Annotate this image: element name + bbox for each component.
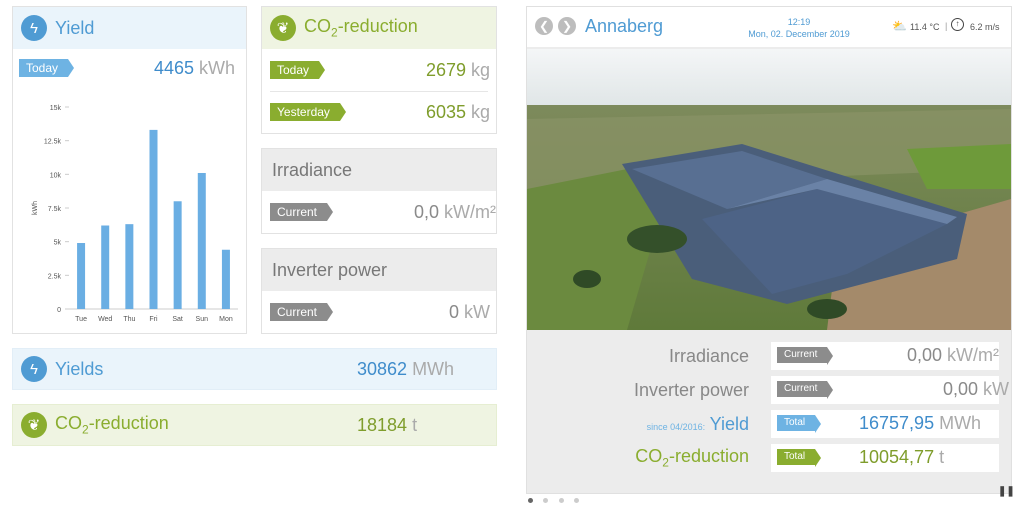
x-tick-label: Fri xyxy=(149,316,158,323)
temperature: 11.4 °C xyxy=(910,22,940,32)
plant-co2-row: CO2-reduction Total 10054,77 t xyxy=(527,444,1011,472)
co2-header: ❦ CO2-reduction xyxy=(262,7,496,49)
inverter-card: Inverter power Current 0 kW xyxy=(261,248,497,334)
today-tag: Today xyxy=(270,61,326,79)
yield-today-unit: kWh xyxy=(199,57,235,78)
y-tick-label: 0 xyxy=(57,307,61,314)
co2-today-row: Today 2679 kg xyxy=(270,59,490,80)
plant-yield-row: since 04/2016: Yield Total 16757,95 MWh xyxy=(527,410,1011,438)
prev-button[interactable]: ❮ xyxy=(535,17,553,35)
yield-bar-chart: 0 2.5k 5k 7.5k 10k 12.5k 15k kWh Tue Wed Thu Fri Sat… xyxy=(32,105,238,323)
yield-today-value: 4465 xyxy=(153,57,194,78)
plant-inverter-value: 0,00 xyxy=(943,379,979,399)
y-tick-label: 5k xyxy=(54,240,62,247)
plant-irradiance-value: 0,00 xyxy=(906,345,943,365)
yield-title: Yield xyxy=(55,17,95,38)
plant-yield-since: since 04/2016: xyxy=(646,421,706,432)
plant-inverter-row: Inverter power Current 0,00 kW xyxy=(527,376,1011,404)
yields-total-value: 30862 xyxy=(357,359,408,379)
x-tick-label: Tue xyxy=(75,316,87,323)
carousel-dot[interactable] xyxy=(574,498,580,503)
current-tag: Current xyxy=(270,203,334,221)
co2-card: ❦ CO2-reduction Today 2679 kg Yesterday 6… xyxy=(261,6,497,134)
plant-irradiance-label: Irradiance xyxy=(668,345,749,366)
irradiance-row: Current 0,0 kW/m² xyxy=(270,201,496,222)
irradiance-value: 0,0 xyxy=(413,201,440,222)
co2-total-card: ❦ CO2-reduction 18184 t xyxy=(12,404,497,446)
yield-today-row: Today 4465 kWh xyxy=(19,57,241,78)
co2-title: CO2-reduction xyxy=(304,16,418,40)
next-button[interactable]: ❯ xyxy=(558,17,576,35)
y-tick-label: 15k xyxy=(50,105,62,112)
bar-sat[interactable] xyxy=(173,201,182,309)
bar-wed[interactable] xyxy=(101,225,110,309)
carousel-dot[interactable] xyxy=(543,498,549,503)
bar-sun[interactable] xyxy=(197,172,206,309)
yields-title: Yields xyxy=(55,358,104,379)
weather-icon: ⛅ xyxy=(892,19,907,33)
today-tag: Today xyxy=(19,59,75,77)
plant-panel: ❮ ❯ Annaberg 12:19 Mon, 02. December 201… xyxy=(526,6,1012,494)
lightning-icon: ϟ xyxy=(21,356,47,382)
irradiance-card: Irradiance Current 0,0 kW/m² xyxy=(261,148,497,234)
yesterday-tag: Yesterday xyxy=(270,103,346,121)
inverter-row: Current 0 kW xyxy=(270,301,490,322)
current-tag: Current xyxy=(270,303,334,321)
plant-date: Mon, 02. December 2019 xyxy=(748,29,850,39)
plant-photo xyxy=(527,49,1011,330)
wind-icon: ↑ xyxy=(951,18,964,31)
co2-yesterday-value: 6035 xyxy=(425,101,466,122)
plant-header: ❮ ❯ Annaberg 12:19 Mon, 02. December 201… xyxy=(527,7,1011,47)
bar-mon[interactable] xyxy=(221,249,230,309)
y-tick-label: 2.5k xyxy=(48,273,62,280)
x-tick-label: Wed xyxy=(98,316,112,323)
plant-inverter-label: Inverter power xyxy=(633,379,749,400)
plant-yield-label: Yield xyxy=(709,413,749,434)
plant-co2-value: 10054,77 xyxy=(859,447,935,467)
yield-header: ϟ Yield xyxy=(13,7,246,49)
plant-co2-label: CO2-reduction xyxy=(635,446,749,470)
wind-speed: 6.2 m/s xyxy=(970,22,1000,32)
plant-irradiance-row: Irradiance Current 0,00 kW/m² xyxy=(527,342,1011,370)
co2-today-value: 2679 xyxy=(425,59,466,80)
carousel-dot[interactable] xyxy=(528,498,533,503)
x-tick-label: Sat xyxy=(172,316,183,323)
yield-card: ϟ Yield Today 4465 kWh 0 2.5k 5k 7.5k 10k 12.5… xyxy=(12,6,247,334)
co2-yesterday-row: Yesterday 6035 kg xyxy=(270,101,490,122)
y-tick-label: 10k xyxy=(50,172,62,179)
carousel-dot[interactable] xyxy=(558,498,564,503)
leaf-icon: ❦ xyxy=(21,412,47,438)
co2-total-value: 18184 xyxy=(357,415,408,435)
inverter-value: 0 xyxy=(448,301,459,322)
lightning-icon: ϟ xyxy=(21,15,47,41)
pause-icon[interactable]: ❚❚ xyxy=(998,486,1015,497)
yields-total-card: ϟ Yields 30862 MWh xyxy=(12,348,497,390)
plant-name: Annaberg xyxy=(585,16,664,36)
plant-yield-value: 16757,95 xyxy=(859,413,935,433)
y-axis-label: kWh xyxy=(32,201,39,215)
x-tick-label: Thu xyxy=(123,316,135,323)
x-tick-label: Mon xyxy=(219,316,233,323)
bar-fri[interactable] xyxy=(149,129,158,309)
carousel-dots xyxy=(528,490,580,508)
x-tick-label: Sun xyxy=(196,316,209,323)
bar-tue[interactable] xyxy=(77,243,86,309)
co2-total-title: CO2-reduction xyxy=(55,413,169,437)
plant-time: 12:19 xyxy=(787,17,811,27)
y-tick-label: 7.5k xyxy=(48,206,62,213)
irradiance-title: Irradiance xyxy=(262,149,496,191)
bar-thu[interactable] xyxy=(125,224,134,309)
y-tick-label: 12.5k xyxy=(44,139,62,146)
inverter-title: Inverter power xyxy=(262,249,496,291)
leaf-icon: ❦ xyxy=(270,15,296,41)
